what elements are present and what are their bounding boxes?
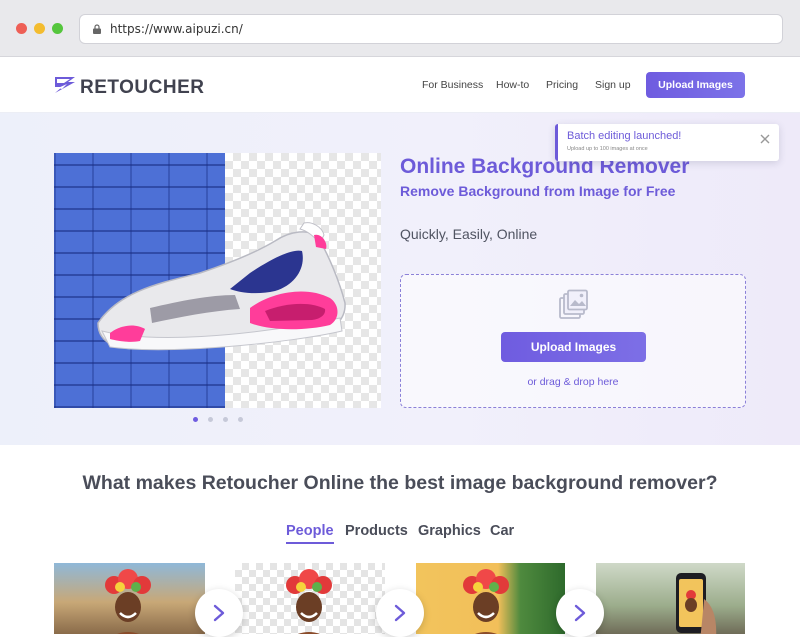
retoucher-logo-icon (55, 77, 75, 93)
nav-for-business[interactable]: For Business (422, 79, 483, 91)
example-card-new-background (416, 563, 565, 634)
chevron-right-icon (574, 604, 586, 622)
minimize-window-button[interactable] (34, 23, 45, 34)
woman-new-bg-image (463, 569, 509, 634)
close-icon[interactable] (760, 134, 770, 144)
tab-car[interactable]: Car (490, 523, 514, 539)
tab-graphics[interactable]: Graphics (418, 523, 481, 539)
maximize-window-button[interactable] (52, 23, 63, 34)
close-window-button[interactable] (16, 23, 27, 34)
carousel-dot-4[interactable] (238, 417, 243, 422)
next-arrow-button-1[interactable] (195, 589, 243, 637)
hero-subtitle: Remove Background from Image for Free (400, 183, 676, 199)
lock-icon (93, 24, 101, 34)
browser-toolbar: https://www.aipuzi.cn/ (0, 0, 800, 57)
woman-cutout-image (286, 569, 332, 634)
hero-upload-button[interactable]: Upload Images (501, 332, 646, 362)
woman-portrait-image (105, 569, 151, 634)
next-arrow-button-3[interactable] (556, 589, 604, 637)
example-card-removed (235, 563, 385, 634)
chevron-right-icon (394, 604, 406, 622)
sneaker-image (97, 222, 346, 351)
features-heading: What makes Retoucher Online the best ima… (82, 472, 718, 494)
hero-carousel-image (54, 153, 381, 408)
tab-products[interactable]: Products (345, 523, 408, 539)
example-card-original (54, 563, 205, 634)
carousel-dot-2[interactable] (208, 417, 213, 422)
carousel-dot-3[interactable] (223, 417, 228, 422)
batch-editing-toast: Batch editing launched! Upload up to 100… (555, 124, 779, 161)
address-bar[interactable]: https://www.aipuzi.cn/ (79, 14, 783, 44)
site-header: RETOUCHER For Business How-to Pricing Si… (0, 57, 800, 113)
nav-pricing[interactable]: Pricing (546, 79, 578, 91)
chevron-right-icon (213, 604, 225, 622)
tab-people[interactable]: People (286, 523, 334, 544)
images-icon (559, 289, 588, 319)
upload-dropzone[interactable]: Upload Images or drag & drop here (400, 274, 746, 408)
browser-window: https://www.aipuzi.cn/ RETOUCHER For Bus… (0, 0, 800, 637)
phone-in-hand-image (676, 573, 717, 634)
next-arrow-button-2[interactable] (376, 589, 424, 637)
drag-drop-text: or drag & drop here (527, 376, 619, 388)
example-card-phone (596, 563, 745, 634)
toast-subtitle: Upload up to 100 images at once (567, 146, 648, 152)
nav-sign-up[interactable]: Sign up (595, 79, 631, 91)
address-url: https://www.aipuzi.cn/ (110, 22, 243, 36)
hero-section: Online Background Remover Remove Backgro… (0, 113, 800, 445)
hero-tagline: Quickly, Easily, Online (400, 226, 538, 242)
logo-text[interactable]: RETOUCHER (80, 77, 205, 99)
nav-how-to[interactable]: How-to (496, 79, 529, 91)
header-upload-button[interactable]: Upload Images (646, 72, 745, 98)
carousel-dot-1[interactable] (193, 417, 198, 422)
toast-title: Batch editing launched! (567, 130, 682, 142)
